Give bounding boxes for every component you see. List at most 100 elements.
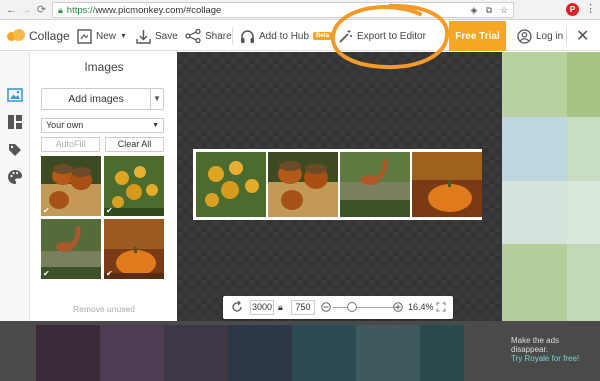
thumbnail-squirrel[interactable]: ✔ (41, 219, 101, 279)
check-icon: ✔ (106, 269, 113, 278)
thumbnail-yellow-berries[interactable]: ✔ (104, 156, 164, 216)
height-input[interactable]: 750 (291, 300, 315, 315)
login-label: Log in (536, 30, 564, 42)
brand-name: Collage (29, 29, 70, 43)
swatch[interactable] (567, 52, 600, 117)
image-source-value: Your own (46, 120, 84, 130)
magic-wand-icon (339, 29, 352, 43)
swatch[interactable] (502, 181, 567, 244)
images-panel: Images Add images ▼ Your own ▼ AutoFill C… (31, 52, 177, 321)
app-toolbar: Collage New ▼ Save Share Add to Hub Beta… (0, 21, 600, 51)
thumbnail-acorns[interactable]: ✔ (41, 156, 101, 216)
lock-ratio-icon[interactable]: 🔒︎ (278, 300, 283, 315)
thumbnail-pumpkin[interactable]: ✔ (104, 219, 164, 279)
url-scheme: https:// (66, 4, 96, 16)
zoom-in-icon[interactable] (393, 302, 403, 312)
chevron-down-icon: ▼ (120, 32, 127, 40)
translate-icon[interactable]: ⧉ (483, 4, 495, 16)
zoom-slider-handle[interactable] (347, 302, 357, 312)
hub-label: Add to Hub (259, 30, 310, 42)
ad-color-block (356, 325, 420, 381)
forward-arrow-icon[interactable]: → (19, 0, 34, 20)
address-bar[interactable]: 🔒︎ https://www.picmonkey.com/#collage ◈ … (52, 2, 514, 18)
swatch[interactable] (502, 117, 567, 181)
browser-toolbar: ← → ⟳ 🔒︎ https://www.picmonkey.com/#coll… (0, 0, 600, 20)
back-arrow-icon[interactable]: ← (4, 0, 19, 20)
picmonkey-logo-icon (7, 29, 25, 43)
collage-canvas[interactable]: 3000 🔒︎ 750 16.4% (177, 52, 502, 321)
ad-banner: Make the ads disappear. Try Royale for f… (0, 321, 600, 381)
ad-color-block (420, 325, 464, 381)
chevron-down-icon: ▼ (152, 122, 159, 129)
collage-cell-squirrel[interactable] (340, 152, 410, 217)
pinterest-extension-icon[interactable]: P (566, 3, 579, 16)
collage[interactable] (193, 149, 482, 220)
share-label: Share (205, 30, 232, 42)
zoom-out-icon[interactable] (321, 302, 331, 312)
lock-icon: 🔒︎ (58, 4, 63, 15)
panel-title: Images (84, 60, 124, 74)
autofill-button[interactable]: AutoFill (41, 137, 100, 152)
image-thumbnails: ✔ ✔ ✔ ✔ (41, 156, 164, 280)
add-images-dropdown-icon[interactable]: ▼ (150, 88, 164, 110)
hub-headphones-icon (241, 29, 254, 43)
close-icon[interactable]: ✕ (576, 21, 589, 51)
download-icon (136, 29, 151, 44)
share-icon (185, 29, 201, 43)
backgrounds-tag-icon[interactable] (7, 142, 23, 158)
swatch[interactable] (502, 52, 567, 117)
tool-rail (0, 52, 30, 321)
export-to-editor-button[interactable]: Export to Editor (338, 21, 426, 51)
swatch[interactable] (567, 117, 600, 181)
extension-icon[interactable]: ◈ (468, 4, 480, 16)
check-icon: ✔ (43, 206, 50, 215)
palette-icon[interactable] (7, 169, 23, 185)
image-source-select[interactable]: Your own ▼ (41, 118, 164, 133)
new-button[interactable]: New ▼ (77, 21, 127, 51)
ad-message: Make the ads disappear. Try Royale for f… (511, 336, 579, 363)
ad-line-2: disappear. (511, 345, 548, 354)
browser-menu-icon[interactable]: ⋮ (585, 3, 596, 16)
zoom-controls: 3000 🔒︎ 750 16.4% (223, 296, 453, 319)
free-trial-button[interactable]: Free Trial (449, 21, 506, 51)
ad-color-block (100, 325, 164, 381)
zoom-percent: 16.4% (408, 302, 434, 312)
layouts-tab-icon[interactable] (7, 114, 23, 130)
login-button[interactable]: Log in (517, 21, 563, 51)
fit-screen-icon[interactable] (436, 302, 446, 312)
images-tab-icon[interactable] (7, 87, 23, 103)
swatch[interactable] (567, 244, 600, 321)
collage-cell-acorns[interactable] (268, 152, 338, 217)
beta-badge: Beta (313, 32, 333, 40)
width-input[interactable]: 3000 (250, 300, 274, 315)
try-royale-link[interactable]: Try Royale for free! (511, 354, 579, 363)
rotate-icon[interactable] (231, 301, 243, 313)
ad-line-1: Make the ads (511, 336, 560, 345)
export-label: Export to Editor (357, 30, 426, 42)
new-image-icon (77, 28, 92, 44)
check-icon: ✔ (106, 206, 113, 215)
add-to-hub-button[interactable]: Add to Hub Beta (240, 21, 333, 51)
ad-color-block (292, 325, 356, 381)
reload-icon[interactable]: ⟳ (34, 0, 49, 20)
check-icon: ✔ (43, 269, 50, 278)
new-label: New (96, 30, 117, 42)
share-button[interactable]: Share (185, 21, 232, 51)
add-images-button[interactable]: Add images (41, 88, 151, 110)
url-path: www.picmonkey.com/#collage (95, 4, 222, 16)
collage-cell-berries[interactable] (196, 152, 266, 217)
ad-color-block (164, 325, 228, 381)
save-label: Save (155, 30, 178, 42)
remove-unused-link[interactable]: Remove unused (31, 304, 177, 314)
brand-logo[interactable]: Collage (7, 21, 70, 51)
ad-color-block (228, 325, 292, 381)
color-swatch-panel (502, 52, 600, 321)
zoom-slider-track[interactable] (333, 307, 399, 308)
collage-cell-pumpkin[interactable] (412, 152, 482, 217)
save-button[interactable]: Save (136, 21, 178, 51)
clear-all-button[interactable]: Clear All (105, 137, 164, 152)
bookmark-star-icon[interactable]: ☆ (498, 4, 510, 16)
swatch[interactable] (502, 244, 567, 321)
swatch[interactable] (567, 181, 600, 244)
user-icon (517, 28, 532, 44)
